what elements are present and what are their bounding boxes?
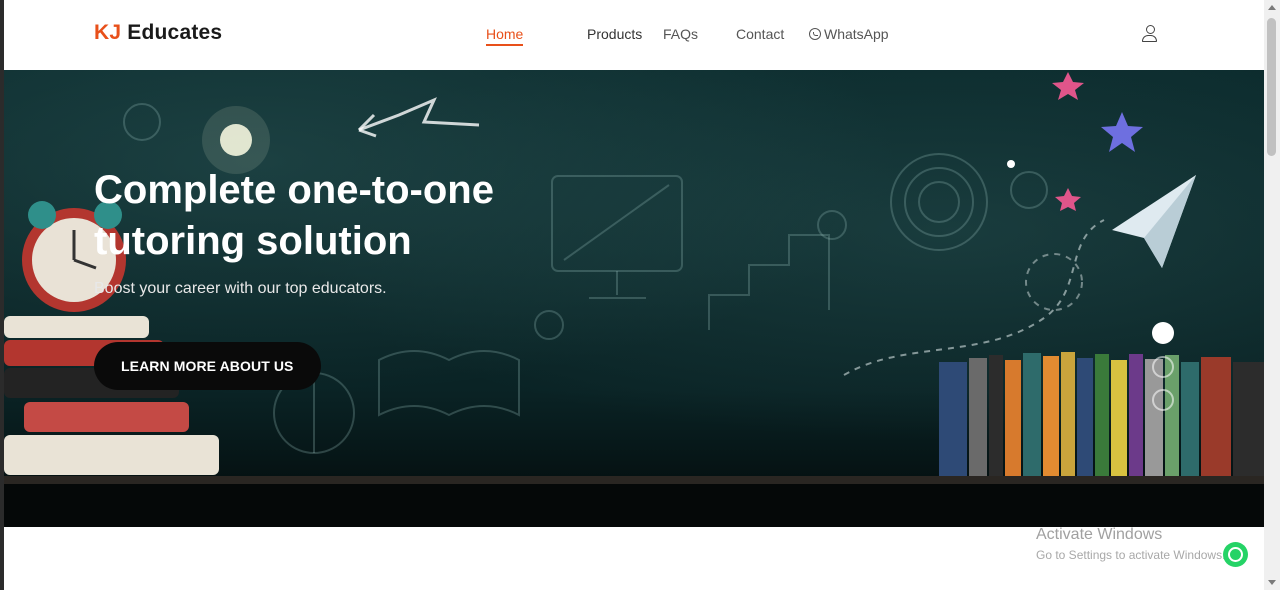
carousel-dot-1[interactable] xyxy=(1152,322,1174,344)
activate-windows-title: Activate Windows xyxy=(1036,526,1163,543)
hero-background-art xyxy=(4,72,1264,527)
logo-accent: KJ xyxy=(94,21,122,44)
user-account-icon[interactable] xyxy=(1142,25,1158,43)
nav-products-link[interactable]: Products xyxy=(587,26,642,42)
hero-title: Complete one-to-one tutoring solution xyxy=(94,168,494,263)
user-icon-head xyxy=(1146,25,1155,34)
nav-contact-link[interactable]: Contact xyxy=(736,26,784,42)
nav-whatsapp-label: WhatsApp xyxy=(824,26,889,42)
carousel-dot-2[interactable] xyxy=(1152,356,1174,378)
nav-faqs-link[interactable]: FAQs xyxy=(663,26,698,42)
carousel-dot-3[interactable] xyxy=(1152,389,1174,411)
logo-name: Educates xyxy=(127,21,223,44)
user-icon-body xyxy=(1142,35,1157,42)
floating-whatsapp-icon[interactable] xyxy=(1223,542,1248,567)
scroll-thumb[interactable] xyxy=(1267,18,1276,156)
activate-windows-subtitle: Go to Settings to activate Windows. xyxy=(1036,548,1226,562)
site-logo[interactable]: KJ Educates xyxy=(94,21,222,45)
site-header: KJ Educates Home Products FAQs Contact W… xyxy=(4,0,1264,70)
scroll-down-arrow-icon[interactable] xyxy=(1268,580,1276,585)
nav-whatsapp-link[interactable]: WhatsApp xyxy=(809,26,889,42)
page: KJ Educates Home Products FAQs Contact W… xyxy=(4,0,1264,590)
hero-banner: Complete one-to-one tutoring solution Bo… xyxy=(4,70,1264,527)
hero-subtitle: Boost your career with our top educators… xyxy=(94,280,387,297)
page-scrollbar[interactable] xyxy=(1264,0,1280,590)
nav-home-link[interactable]: Home xyxy=(486,26,524,46)
scroll-up-arrow-icon[interactable] xyxy=(1268,5,1276,10)
whatsapp-icon xyxy=(809,28,821,40)
learn-more-button[interactable]: LEARN MORE ABOUT US xyxy=(94,342,321,390)
